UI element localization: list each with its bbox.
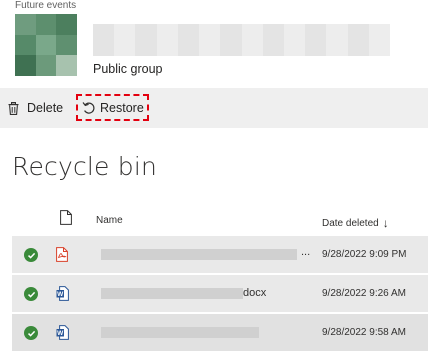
checkmark-icon[interactable] bbox=[24, 248, 38, 262]
column-header-date-deleted[interactable]: Date deleted ↓ bbox=[322, 215, 389, 230]
delete-button[interactable]: Delete bbox=[8, 96, 63, 120]
checkmark-icon[interactable] bbox=[24, 287, 38, 301]
file-name-suffix: docx bbox=[243, 287, 267, 299]
delete-label: Delete bbox=[27, 101, 64, 115]
table-body: ... 9/28/2022 9:09 PM W docx 9/28/2022 9… bbox=[12, 236, 428, 351]
recycle-bin-table: Name Date deleted ↓ ... 9/28/2022 9:09 PM bbox=[12, 204, 428, 353]
date-deleted: 9/28/2022 9:58 AM bbox=[322, 327, 406, 338]
future-events-label: Future events bbox=[15, 0, 77, 11]
date-deleted: 9/28/2022 9:09 PM bbox=[322, 249, 407, 260]
restore-button[interactable]: Restore bbox=[76, 94, 149, 121]
table-row[interactable]: ... 9/28/2022 9:09 PM bbox=[12, 236, 428, 273]
svg-text:W: W bbox=[57, 330, 64, 337]
group-privacy-label: Public group bbox=[93, 62, 163, 76]
trash-icon bbox=[8, 101, 19, 115]
sort-descending-icon: ↓ bbox=[382, 216, 389, 230]
file-name-redacted bbox=[101, 249, 297, 260]
word-file-icon: W bbox=[56, 286, 69, 301]
file-name-redacted bbox=[101, 288, 243, 299]
pdf-file-icon bbox=[56, 247, 68, 262]
table-row[interactable]: W docx 9/28/2022 9:26 AM bbox=[12, 275, 428, 312]
restore-icon bbox=[82, 101, 95, 114]
svg-text:W: W bbox=[57, 291, 64, 298]
group-logo bbox=[15, 14, 77, 76]
command-bar: Delete Restore bbox=[0, 88, 428, 128]
table-row[interactable]: W 9/28/2022 9:58 AM bbox=[12, 314, 428, 351]
date-deleted: 9/28/2022 9:26 AM bbox=[322, 288, 406, 299]
group-header: Future events Public group bbox=[0, 0, 428, 88]
restore-label: Restore bbox=[100, 100, 144, 115]
checkmark-icon[interactable] bbox=[24, 326, 38, 340]
word-file-icon: W bbox=[56, 325, 69, 340]
file-name-suffix: ... bbox=[301, 246, 311, 258]
column-header-name[interactable]: Name bbox=[96, 215, 123, 226]
file-type-column-icon[interactable] bbox=[60, 210, 72, 225]
date-deleted-label: Date deleted bbox=[322, 218, 379, 229]
group-name-redacted bbox=[93, 24, 391, 56]
table-header: Name Date deleted ↓ bbox=[12, 204, 428, 236]
file-name-redacted bbox=[101, 327, 259, 338]
page-title: Recycle bin bbox=[12, 152, 158, 181]
